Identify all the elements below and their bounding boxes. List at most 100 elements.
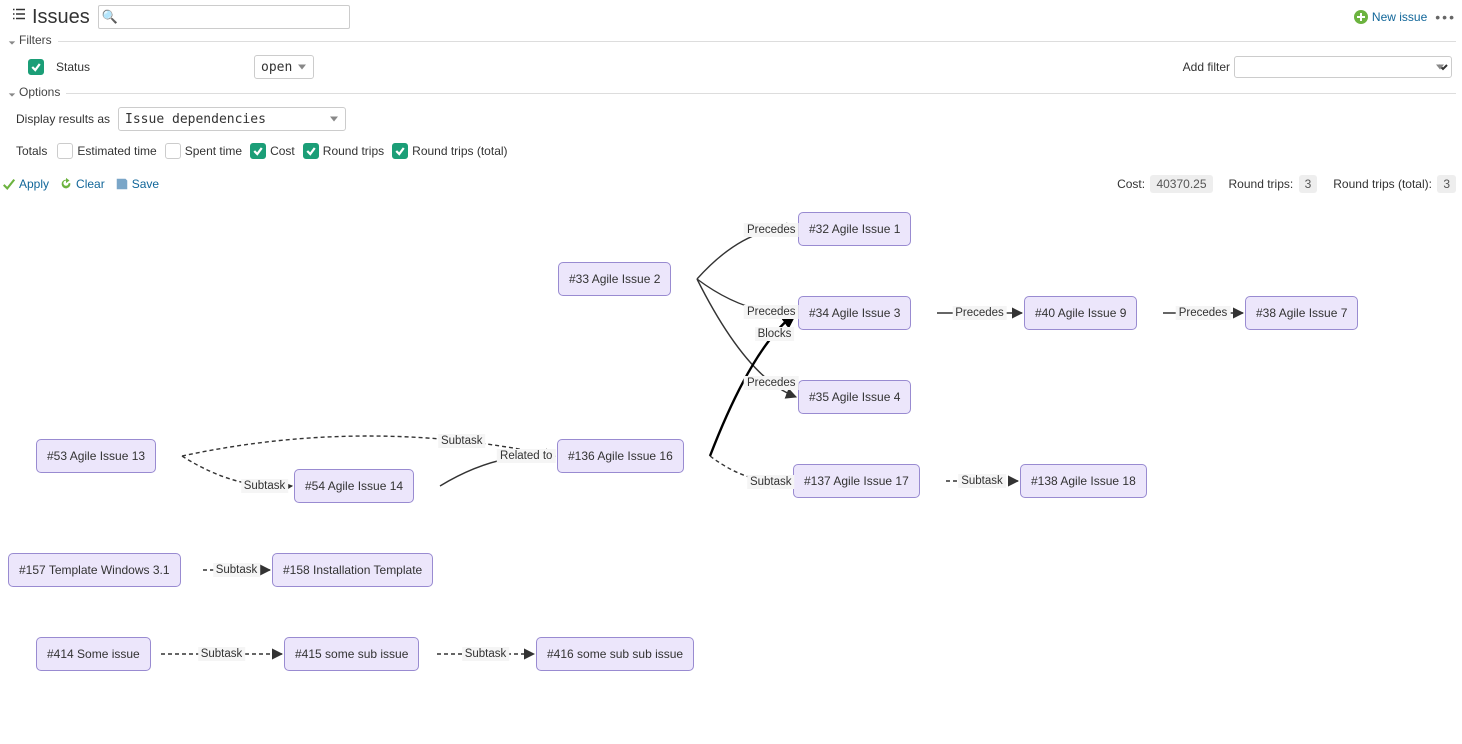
filters-legend: Filters: [19, 33, 52, 47]
actions-row: Apply Clear Save Cost: 40370.25 Round tr…: [0, 169, 1462, 191]
checkbox-cost[interactable]: [250, 143, 266, 159]
totals-item-label: Round trips: [323, 144, 384, 158]
save-icon: [115, 177, 129, 191]
checkbox-status[interactable]: [28, 59, 44, 75]
totals-item-label: Spent time: [185, 144, 242, 158]
issue-node[interactable]: #54 Agile Issue 14: [294, 469, 414, 503]
dependency-graph: #33 Agile Issue 2 #32 Agile Issue 1 #34 Ag…: [0, 201, 1462, 701]
save-button[interactable]: Save: [115, 177, 159, 191]
issue-node[interactable]: #34 Agile Issue 3: [798, 296, 911, 330]
edge-label: Subtask: [958, 474, 1006, 488]
issue-node[interactable]: #53 Agile Issue 13: [36, 439, 156, 473]
clear-button[interactable]: Clear: [59, 177, 105, 191]
filters-toggle[interactable]: Filters: [6, 33, 58, 47]
issue-node[interactable]: #414 Some issue: [36, 637, 151, 671]
search-input[interactable]: [98, 5, 350, 29]
display-row: Display results as Issue dependencies: [16, 107, 1452, 131]
issue-node[interactable]: #158 Installation Template: [272, 553, 433, 587]
total-round-trips-total: Round trips (total): 3: [1333, 177, 1456, 191]
options-legend: Options: [19, 85, 60, 99]
totals-item-label: Estimated time: [77, 144, 156, 158]
totals-row: Totals Estimated time Spent time Cost Round…: [16, 143, 1452, 159]
status-select[interactable]: open: [254, 55, 314, 79]
header-right: New issue •••: [1354, 9, 1456, 25]
totals-item-label: Cost: [270, 144, 295, 158]
new-issue-label: New issue: [1372, 10, 1427, 24]
checkbox-round-trips[interactable]: [303, 143, 319, 159]
rtt-label: Round trips (total):: [1333, 177, 1432, 191]
reload-icon: [59, 177, 73, 191]
issue-node[interactable]: #32 Agile Issue 1: [798, 212, 911, 246]
clear-label: Clear: [76, 177, 105, 191]
totals-item: Spent time: [165, 143, 242, 159]
chevron-down-icon: [8, 36, 16, 44]
totals-item: Estimated time: [57, 143, 156, 159]
cost-value: 40370.25: [1150, 175, 1212, 193]
issue-node[interactable]: #136 Agile Issue 16: [557, 439, 684, 473]
display-select[interactable]: Issue dependencies: [118, 107, 346, 131]
display-label: Display results as: [16, 112, 110, 126]
edge-label: Subtask: [462, 647, 510, 661]
add-filter-wrap: Add filter: [1183, 56, 1452, 78]
status-label: Status: [56, 60, 242, 74]
header-bar: Issues 🔍 New issue •••: [0, 0, 1462, 37]
edge-label: Subtask: [198, 647, 246, 661]
total-cost: Cost: 40370.25: [1117, 177, 1212, 191]
options-toggle[interactable]: Options: [6, 85, 66, 99]
search-icon: 🔍: [102, 9, 118, 25]
checkbox-spent-time[interactable]: [165, 143, 181, 159]
issue-node[interactable]: #157 Template Windows 3.1: [8, 553, 181, 587]
check-icon: [2, 177, 16, 191]
edge-label: Precedes: [952, 306, 1007, 320]
filters-fieldset: Filters Status open Add filter: [6, 41, 1456, 89]
search-wrap: 🔍: [98, 5, 350, 29]
issue-node[interactable]: #40 Agile Issue 9: [1024, 296, 1137, 330]
totals-item: Round trips: [303, 143, 384, 159]
add-filter-select[interactable]: [1234, 56, 1452, 78]
page-title: Issues: [10, 5, 90, 29]
page-title-text: Issues: [32, 6, 90, 29]
new-issue-link[interactable]: New issue: [1354, 10, 1427, 24]
totals-item: Round trips (total): [392, 143, 507, 159]
edge-label: Subtask: [213, 563, 261, 577]
issues-icon: [10, 5, 28, 29]
add-filter-label: Add filter: [1183, 60, 1230, 74]
filter-row-status: Status open Add filter: [28, 55, 1452, 79]
edge-label: Subtask: [241, 479, 289, 493]
edge-label: Blocks: [755, 327, 795, 341]
rt-value: 3: [1299, 175, 1318, 193]
issue-node[interactable]: #138 Agile Issue 18: [1020, 464, 1147, 498]
filters-body: Status open Add filter: [6, 53, 1456, 89]
rtt-value: 3: [1437, 175, 1456, 193]
options-body: Display results as Issue dependencies To…: [6, 105, 1456, 169]
totals-display: Cost: 40370.25 Round trips: 3 Round trip…: [1117, 177, 1456, 191]
issue-node[interactable]: #35 Agile Issue 4: [798, 380, 911, 414]
issue-node[interactable]: #137 Agile Issue 17: [793, 464, 920, 498]
edge-label: Precedes: [744, 376, 799, 390]
edge-label: Precedes: [744, 223, 799, 237]
save-label: Save: [132, 177, 159, 191]
rt-label: Round trips:: [1229, 177, 1294, 191]
edge-label: Subtask: [438, 434, 486, 448]
issue-node[interactable]: #33 Agile Issue 2: [558, 262, 671, 296]
edge-label: Precedes: [744, 305, 799, 319]
totals-item: Cost: [250, 143, 295, 159]
issue-node[interactable]: #416 some sub sub issue: [536, 637, 694, 671]
more-actions-icon[interactable]: •••: [1435, 9, 1456, 25]
totals-item-label: Round trips (total): [412, 144, 507, 158]
options-fieldset: Options Display results as Issue depende…: [6, 93, 1456, 169]
totals-label: Totals: [16, 144, 47, 158]
cost-label: Cost:: [1117, 177, 1145, 191]
checkbox-estimated-time[interactable]: [57, 143, 73, 159]
edge-label: Subtask: [747, 475, 795, 489]
chevron-down-icon: [8, 88, 16, 96]
graph-edges: [0, 201, 1462, 701]
issue-node[interactable]: #38 Agile Issue 7: [1245, 296, 1358, 330]
edge-label: Related to: [497, 449, 555, 463]
checkbox-round-trips-total-[interactable]: [392, 143, 408, 159]
edge-label: Precedes: [1176, 306, 1231, 320]
apply-button[interactable]: Apply: [2, 177, 49, 191]
apply-label: Apply: [19, 177, 49, 191]
issue-node[interactable]: #415 some sub issue: [284, 637, 419, 671]
total-round-trips: Round trips: 3: [1229, 177, 1318, 191]
